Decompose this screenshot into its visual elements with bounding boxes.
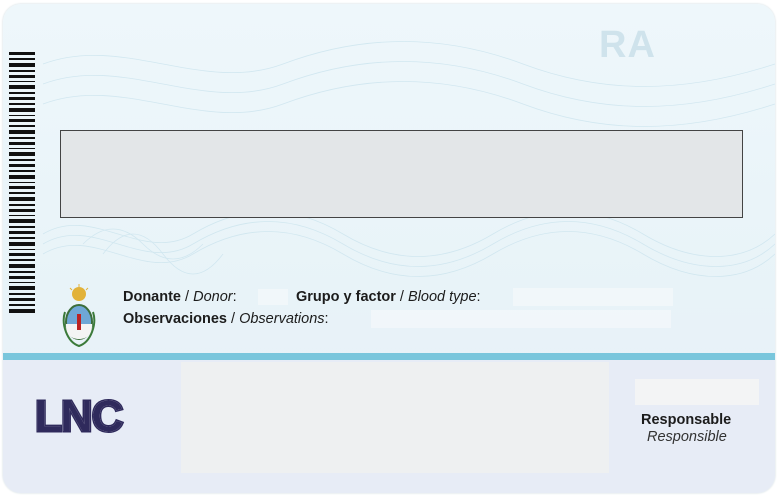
argentine-coat-of-arms-icon <box>62 284 96 348</box>
lnc-logo: LNC <box>33 391 124 443</box>
responsible-label-es: Responsable <box>641 412 732 428</box>
redacted-photo-area <box>181 362 609 473</box>
blood-type-label: Grupo y factor / Blood type: <box>296 289 481 305</box>
redacted-observations-value <box>371 310 671 328</box>
license-card-back: RA Donante / Donor: Grupo y factor / Blo… <box>3 4 775 493</box>
barcode-icon <box>9 52 35 313</box>
responsible-label-en: Responsible <box>647 429 727 445</box>
observations-label: Observaciones / Observations: <box>123 311 329 327</box>
redacted-machine-readable-zone <box>60 130 743 218</box>
ra-watermark: RA <box>599 24 656 66</box>
redacted-blood-type-value <box>513 288 673 306</box>
redacted-signature <box>635 379 759 405</box>
divider-stripe <box>3 353 775 360</box>
redacted-donor-value <box>258 289 288 305</box>
donor-label: Donante / Donor: <box>123 289 237 305</box>
